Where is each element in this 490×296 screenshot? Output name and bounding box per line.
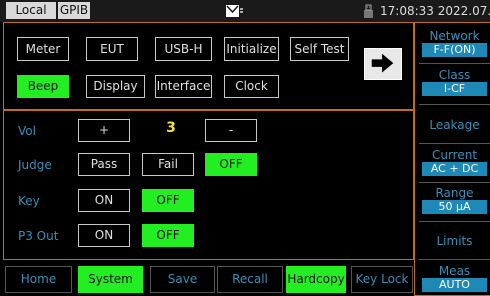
usb-icon	[364, 4, 373, 18]
leakage-softkey[interactable]: Leakage	[419, 116, 490, 134]
system-softkey[interactable]: System	[78, 266, 143, 293]
display-button[interactable]: Display	[86, 75, 145, 98]
current-title: Current	[431, 148, 478, 162]
initialize-button[interactable]: Initialize	[224, 37, 279, 61]
judge-off-button[interactable]: OFF	[205, 153, 257, 176]
current-value: AC + DC	[422, 162, 487, 176]
judge-pass-button[interactable]: Pass	[78, 153, 130, 176]
key-on-button[interactable]: ON	[78, 189, 130, 212]
meas-value: AUTO	[422, 278, 487, 292]
meter-button[interactable]: Meter	[17, 37, 69, 61]
judge-label: Judge	[18, 158, 52, 172]
p3-out-label: P3 Out	[18, 229, 59, 243]
divider	[419, 259, 490, 260]
eut-button[interactable]: EUT	[86, 37, 138, 61]
key-off-button[interactable]: OFF	[142, 189, 194, 212]
beep-button[interactable]: Beep	[17, 75, 69, 98]
vol-label: Vol	[18, 124, 36, 138]
gpib-indicator: GPIB	[58, 2, 90, 19]
recall-softkey[interactable]: Recall	[217, 266, 283, 293]
interface-button[interactable]: Interface	[155, 75, 212, 98]
next-page-button[interactable]	[364, 48, 402, 80]
network-value: F-F(ON)	[422, 43, 487, 57]
p3-out-on-button[interactable]: ON	[78, 224, 130, 247]
clock-button[interactable]: Clock	[224, 75, 279, 98]
limits-softkey[interactable]: Limits	[419, 232, 490, 250]
range-value: 50 µA	[422, 200, 487, 214]
divider	[419, 221, 490, 222]
arrow-right-icon	[371, 53, 394, 73]
status-bar: Local GPIB 17:08:33 2022.07.21	[0, 0, 490, 22]
p3-out-off-button[interactable]: OFF	[142, 224, 194, 247]
divider	[419, 104, 490, 105]
local-indicator: Local	[6, 2, 56, 19]
class-title: Class	[438, 68, 471, 82]
current-softkey[interactable]: Current AC + DC	[419, 148, 490, 178]
clock-display: 17:08:33 2022.07.21	[380, 4, 490, 18]
range-title: Range	[435, 186, 474, 200]
instrument-screen: Local GPIB 17:08:33 2022.07.21 Meter EUT…	[0, 0, 490, 296]
key-label: Key	[18, 194, 40, 208]
self-test-button[interactable]: Self Test	[290, 37, 349, 61]
judge-fail-button[interactable]: Fail	[142, 153, 194, 176]
class-softkey[interactable]: Class I-CF	[419, 68, 490, 98]
class-value: I-CF	[422, 82, 487, 96]
usb-host-button[interactable]: USB-H	[155, 37, 212, 61]
network-title: Network	[429, 29, 480, 43]
vol-increase-button[interactable]: +	[78, 119, 130, 142]
meas-softkey[interactable]: Meas AUTO	[419, 264, 490, 294]
save-softkey[interactable]: Save	[150, 266, 215, 293]
divider	[419, 63, 490, 64]
divider	[419, 182, 490, 183]
key-lock-softkey[interactable]: Key Lock	[351, 266, 413, 293]
network-softkey[interactable]: Network F-F(ON)	[419, 29, 490, 59]
range-softkey[interactable]: Range 50 µA	[419, 186, 490, 216]
meas-title: Meas	[438, 264, 471, 278]
mail-icon	[226, 5, 243, 17]
vol-decrease-button[interactable]: -	[205, 119, 257, 142]
vol-value: 3	[166, 120, 176, 136]
divider	[419, 143, 490, 144]
hardcopy-softkey[interactable]: Hardcopy	[286, 266, 346, 293]
home-softkey[interactable]: Home	[5, 266, 72, 293]
